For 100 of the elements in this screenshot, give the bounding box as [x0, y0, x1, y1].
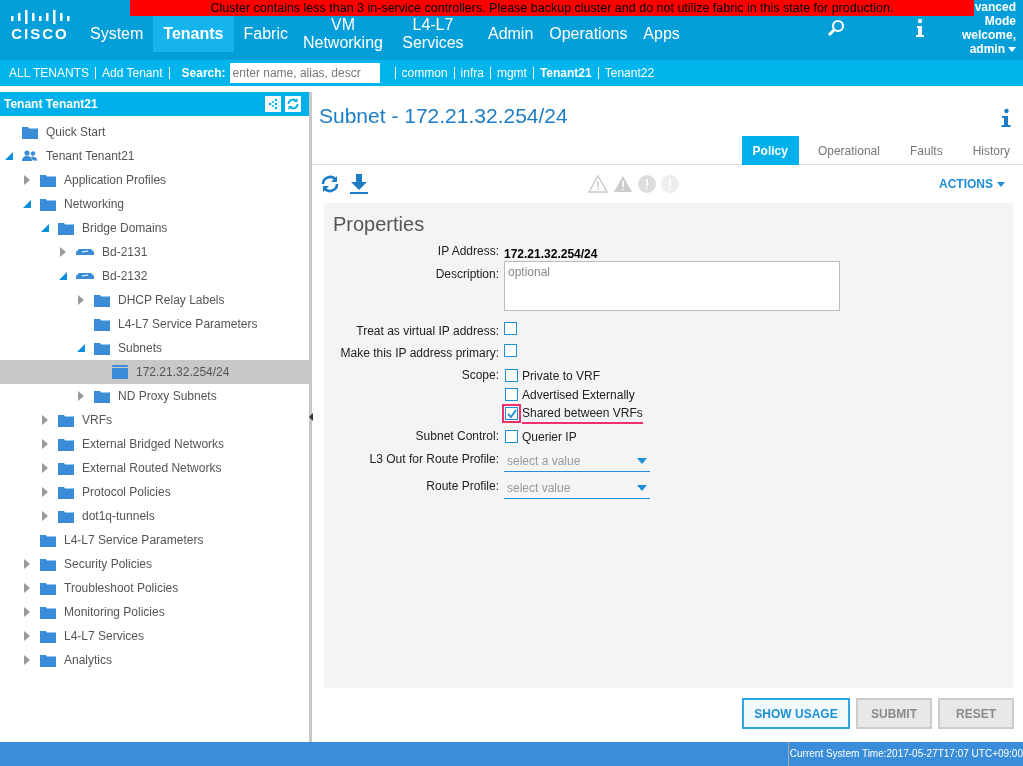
tab[interactable]: History [961, 136, 1021, 165]
collapsed-arrow-icon[interactable] [22, 175, 32, 185]
checkbox[interactable] [505, 430, 518, 443]
tree-item[interactable]: Analytics [0, 648, 309, 672]
collapsed-arrow-icon[interactable] [76, 295, 86, 305]
tree-item[interactable]: L4-L7 Services [0, 624, 309, 648]
tree-item[interactable]: Subnets [0, 336, 309, 360]
checkbox[interactable] [504, 322, 517, 335]
tree-item[interactable]: External Bridged Networks [0, 432, 309, 456]
nav-tab[interactable]: VM Networking [297, 16, 388, 52]
tab[interactable]: Faults [898, 136, 954, 165]
tab[interactable]: Policy [741, 136, 799, 165]
collapsed-arrow-icon[interactable] [22, 607, 32, 617]
tree-item[interactable]: Bd-2131 [0, 240, 309, 264]
folder-icon [40, 557, 56, 571]
tree-item[interactable]: Bd-2132 [0, 264, 309, 288]
option-label[interactable]: Advertised Externally [522, 385, 635, 404]
folder-icon [58, 509, 74, 523]
section-heading: Properties [333, 212, 426, 237]
expanded-arrow-icon[interactable] [40, 223, 50, 233]
option-label[interactable]: Querier IP [522, 427, 577, 446]
action-button[interactable]: SHOW USAGE [742, 698, 850, 729]
collapsed-arrow-icon[interactable] [40, 439, 50, 449]
nav-tab[interactable]: Operations [543, 16, 634, 52]
nav-link[interactable]: ALL TENANTS [9, 64, 90, 82]
tenant-link[interactable]: Tenant21 [539, 64, 592, 82]
tree-item[interactable]: Monitoring Policies [0, 600, 309, 624]
collapsed-arrow-icon[interactable] [22, 631, 32, 641]
search-icon[interactable] [827, 19, 845, 37]
select-field[interactable]: select value [504, 477, 650, 499]
description-field[interactable]: optional [504, 261, 840, 311]
tree-item[interactable]: External Routed Networks [0, 456, 309, 480]
field-label: Make this IP address primary: [339, 345, 500, 362]
tree-item[interactable]: Networking [0, 192, 309, 216]
nav-tab[interactable]: System [80, 16, 154, 52]
folder-icon [94, 389, 110, 403]
collapsed-arrow-icon[interactable] [22, 655, 32, 665]
checkbox[interactable] [505, 388, 518, 401]
nav-link[interactable]: Add Tenant [102, 64, 163, 82]
tree-item[interactable]: L4-L7 Service Parameters [0, 312, 309, 336]
refresh-icon[interactable] [320, 174, 340, 194]
tenant-link[interactable]: mgmt [496, 64, 527, 82]
logo-bars-icon [10, 10, 70, 24]
user-name[interactable]: admin [969, 42, 1005, 56]
splitter-handle-icon[interactable] [309, 413, 313, 421]
tree-item[interactable]: Quick Start [0, 120, 309, 144]
checkbox[interactable] [504, 344, 517, 357]
refresh-icon[interactable] [285, 96, 301, 112]
collapsed-arrow-icon[interactable] [40, 487, 50, 497]
caret-icon [1008, 46, 1016, 52]
users-icon [22, 149, 38, 163]
download-icon[interactable] [350, 174, 368, 194]
warning-icon[interactable] [588, 175, 608, 193]
nav-tab[interactable]: Fabric [233, 16, 298, 52]
option-label[interactable]: Shared between VRFs [522, 403, 643, 424]
expanded-arrow-icon[interactable] [58, 271, 68, 281]
select-field[interactable]: select a value [504, 450, 650, 472]
expanded-arrow-icon[interactable] [4, 151, 14, 161]
actions-menu[interactable]: ACTIONS [939, 175, 1005, 193]
folder-icon [58, 485, 74, 499]
checkbox[interactable] [505, 407, 518, 420]
collapsed-arrow-icon[interactable] [40, 415, 50, 425]
expanded-arrow-icon[interactable] [22, 199, 32, 209]
info-icon[interactable] [915, 18, 925, 38]
logo-text: CISCO [11, 26, 69, 42]
expanded-arrow-icon[interactable] [76, 343, 86, 353]
nav-tab[interactable]: Admin [477, 16, 544, 52]
tenant-link[interactable]: Tenant22 [604, 64, 655, 82]
nav-tab[interactable]: Apps [633, 16, 690, 52]
subnet-icon [112, 365, 128, 379]
tree-item[interactable]: Security Policies [0, 552, 309, 576]
tree-item[interactable]: ND Proxy Subnets [0, 384, 309, 408]
checkbox[interactable] [505, 369, 518, 382]
collapsed-arrow-icon[interactable] [40, 463, 50, 473]
collapsed-arrow-icon[interactable] [58, 247, 68, 257]
tenant-link[interactable]: infra [460, 64, 484, 82]
nav-tab[interactable]: Tenants [153, 16, 234, 52]
tree-item[interactable]: Tenant Tenant21 [0, 144, 309, 168]
collapsed-arrow-icon[interactable] [22, 559, 32, 569]
topology-icon[interactable] [265, 96, 281, 112]
tab[interactable]: Operational [806, 136, 891, 165]
tree-item[interactable]: dot1q-tunnels [0, 504, 309, 528]
tenant-link[interactable]: common [401, 64, 448, 82]
collapsed-arrow-icon[interactable] [22, 583, 32, 593]
info-icon[interactable] [1001, 108, 1011, 128]
search-field[interactable]: enter name, alias, descr [229, 63, 380, 83]
field-label: Route Profile: [425, 478, 500, 495]
option-label[interactable]: Private to VRF [522, 366, 601, 385]
collapsed-arrow-icon[interactable] [40, 511, 50, 521]
tree-item[interactable]: 172.21.32.254/24 [0, 360, 309, 384]
collapsed-arrow-icon[interactable] [76, 391, 86, 401]
tree-item[interactable]: Bridge Domains [0, 216, 309, 240]
warning-icon[interactable] [613, 175, 633, 193]
tree-item[interactable]: DHCP Relay Labels [0, 288, 309, 312]
tree-item[interactable]: L4-L7 Service Parameters [0, 528, 309, 552]
tree-item[interactable]: Protocol Policies [0, 480, 309, 504]
tree-item[interactable]: VRFs [0, 408, 309, 432]
tree-item[interactable]: Application Profiles [0, 168, 309, 192]
tree-item[interactable]: Troubleshoot Policies [0, 576, 309, 600]
nav-tab[interactable]: L4-L7 Services [387, 16, 478, 52]
